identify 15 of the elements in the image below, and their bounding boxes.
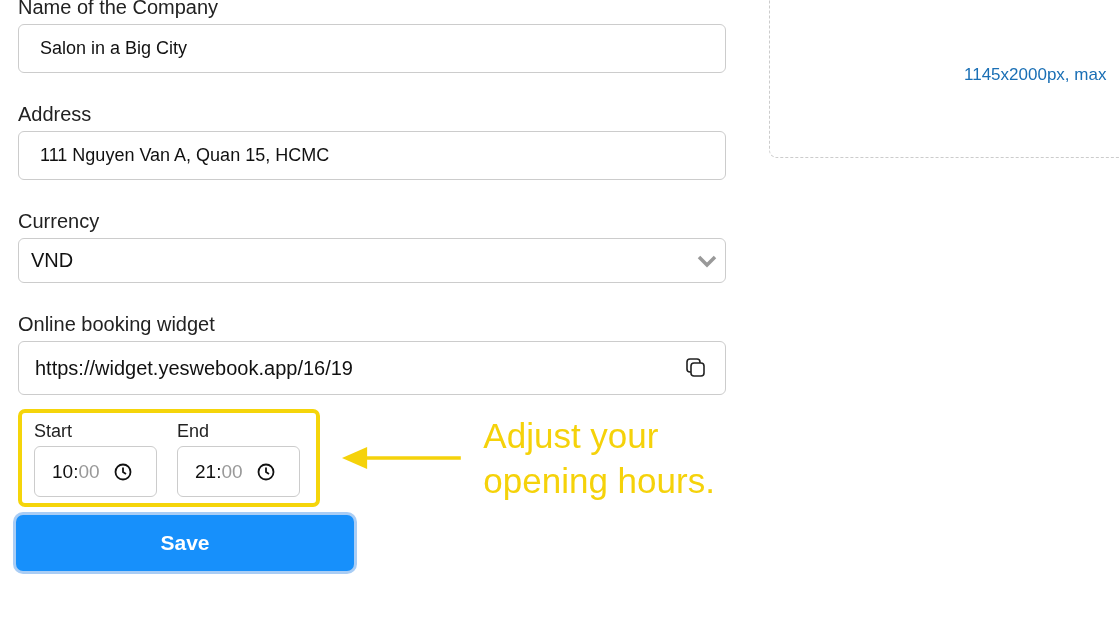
currency-select[interactable]: VND bbox=[18, 238, 726, 283]
field-label: Address bbox=[18, 103, 93, 125]
input-field[interactable]: Salon in a Big City bbox=[18, 24, 726, 73]
annotation-text: Adjust your opening hours. bbox=[483, 415, 716, 502]
input-field[interactable]: https://widget.yeswebook.app/16/19 bbox=[18, 341, 726, 395]
input-field[interactable]: 111 Nguyen Van A, Quan 15, HCMC bbox=[18, 131, 726, 180]
field-label: Currency bbox=[18, 210, 101, 232]
field-label: Online booking widget bbox=[18, 313, 216, 335]
upload-area[interactable]: 1145x2000px, max bbox=[769, 0, 1120, 158]
time-label: End bbox=[177, 421, 211, 442]
time-field[interactable]: 10:00 bbox=[34, 446, 157, 497]
field-label: Name of the Company bbox=[18, 0, 220, 18]
time-label: Start bbox=[34, 421, 73, 442]
time-field[interactable]: 21:00 bbox=[177, 446, 300, 497]
upload-hint: 1145x2000px, max bbox=[964, 65, 1107, 85]
